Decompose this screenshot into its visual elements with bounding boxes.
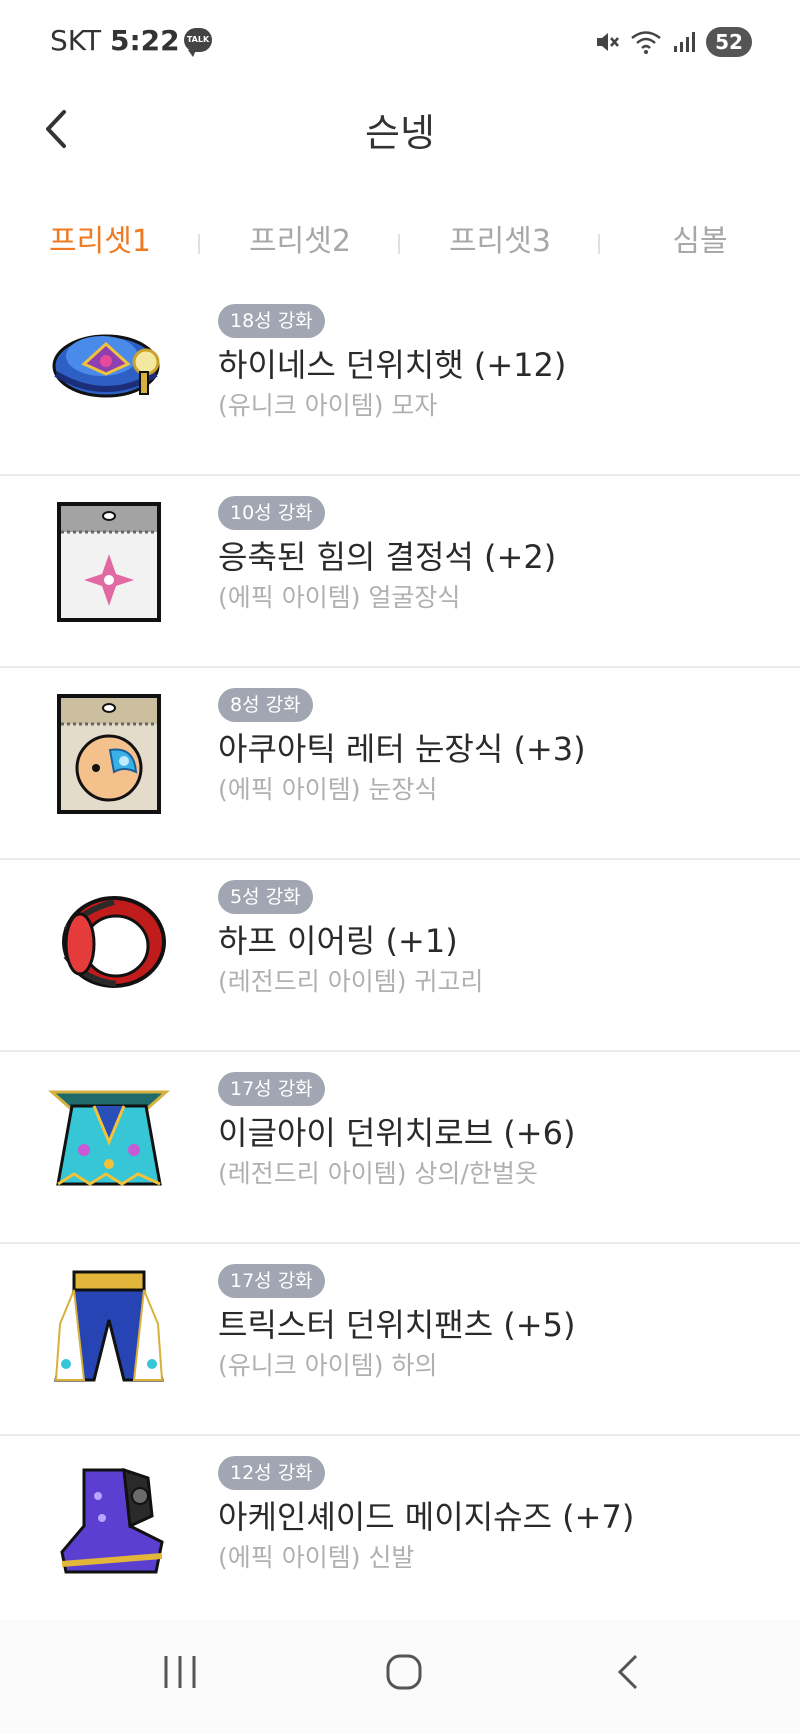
status-bar: SKT 5:22 TALK 52	[0, 0, 800, 84]
star-force-badge: 18성 강화	[218, 304, 325, 338]
list-item[interactable]: 18성 강화 하이네스 던위치햇 (+12) (유니크 아이템) 모자	[0, 284, 800, 476]
item-category: (레전드리 아이템) 귀고리	[218, 967, 484, 996]
star-force-badge: 12성 강화	[218, 1456, 325, 1490]
mute-icon	[594, 29, 620, 55]
home-button[interactable]	[364, 1650, 444, 1706]
item-name: 하프 이어링 (+1)	[218, 922, 458, 960]
shoes-icon	[44, 1456, 174, 1586]
home-icon	[386, 1654, 422, 1690]
hat-icon	[44, 304, 174, 434]
header: 슨넹	[0, 84, 800, 174]
star-force-badge: 17성 강화	[218, 1072, 325, 1106]
item-name: 아케인셰이드 메이지슈즈 (+7)	[218, 1498, 635, 1536]
eye-card-icon	[44, 688, 174, 818]
item-name: 하이네스 던위치햇 (+12)	[218, 346, 567, 384]
page-title: 슨넹	[365, 111, 435, 155]
item-category: (에픽 아이템) 얼굴장식	[218, 583, 461, 612]
item-name: 응축된 힘의 결정석 (+2)	[218, 538, 557, 576]
item-category: (에픽 아이템) 신발	[218, 1543, 415, 1572]
carrier-label: SKT	[50, 24, 102, 57]
signal-icon	[672, 30, 696, 54]
chevron-left-icon	[617, 1654, 638, 1690]
item-category: (유니크 아이템) 모자	[218, 391, 438, 420]
recent-apps-button[interactable]	[140, 1650, 220, 1706]
list-item[interactable]: 12성 강화 아케인셰이드 메이지슈즈 (+7) (에픽 아이템) 신발	[0, 1436, 800, 1628]
back-nav-button[interactable]	[588, 1650, 668, 1706]
list-item[interactable]: 17성 강화 트릭스터 던위치팬츠 (+5) (유니크 아이템) 하의	[0, 1244, 800, 1436]
preset-tabs: 프리셋1 프리셋2 프리셋3 심볼	[0, 214, 800, 274]
tab-preset-3[interactable]: 프리셋3	[400, 214, 600, 270]
star-force-badge: 17성 강화	[218, 1264, 325, 1298]
carrier-time: SKT 5:22	[50, 24, 180, 57]
system-nav-bar	[0, 1620, 800, 1733]
clock: 5:22	[109, 24, 180, 57]
status-icons: 52	[594, 26, 752, 58]
kakaotalk-notification-icon: TALK	[184, 28, 212, 57]
battery-icon: 52	[706, 27, 752, 57]
star-force-badge: 8성 강화	[218, 688, 313, 722]
star-force-badge: 5성 강화	[218, 880, 313, 914]
equipment-list: 18성 강화 하이네스 던위치햇 (+12) (유니크 아이템) 모자 10성 …	[0, 284, 800, 1628]
item-category: (에픽 아이템) 눈장식	[218, 775, 438, 804]
star-force-badge: 10성 강화	[218, 496, 325, 530]
recent-apps-icon	[164, 1656, 196, 1688]
list-item[interactable]: 10성 강화 응축된 힘의 결정석 (+2) (에픽 아이템) 얼굴장식	[0, 476, 800, 668]
item-name: 트릭스터 던위치팬츠 (+5)	[218, 1306, 576, 1344]
robe-icon	[44, 1072, 174, 1202]
list-item[interactable]: 8성 강화 아쿠아틱 레터 눈장식 (+3) (에픽 아이템) 눈장식	[0, 668, 800, 860]
item-category: (유니크 아이템) 하의	[218, 1351, 438, 1380]
tab-preset-1[interactable]: 프리셋1	[0, 214, 200, 270]
tab-preset-2[interactable]: 프리셋2	[200, 214, 400, 270]
wifi-icon	[630, 29, 662, 55]
pants-icon	[44, 1264, 174, 1394]
earring-icon	[44, 880, 174, 1010]
item-name: 이글아이 던위치로브 (+6)	[218, 1114, 576, 1152]
item-category: (레전드리 아이템) 상의/한벌옷	[218, 1159, 538, 1188]
item-name: 아쿠아틱 레터 눈장식 (+3)	[218, 730, 586, 768]
crystal-card-icon	[44, 496, 174, 626]
list-item[interactable]: 17성 강화 이글아이 던위치로브 (+6) (레전드리 아이템) 상의/한벌옷	[0, 1052, 800, 1244]
list-item[interactable]: 5성 강화 하프 이어링 (+1) (레전드리 아이템) 귀고리	[0, 860, 800, 1052]
tab-symbol[interactable]: 심볼	[600, 214, 800, 270]
